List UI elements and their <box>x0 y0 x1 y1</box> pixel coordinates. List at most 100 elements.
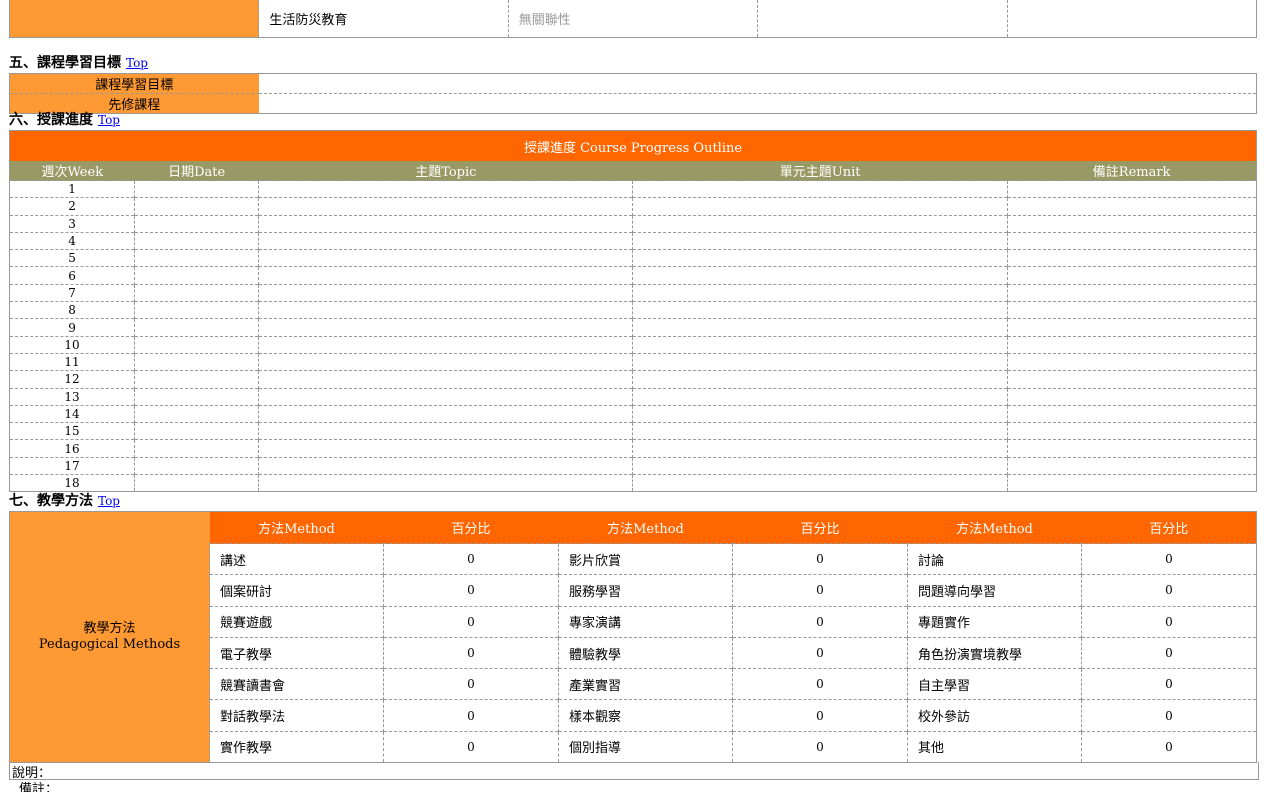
top-partial-table: 生活防災教育 無關聯性 <box>9 0 1257 38</box>
top-row-empty-cell <box>1006 0 1257 38</box>
week-number: 2 <box>9 197 135 216</box>
week-topic <box>258 197 633 216</box>
method-percent: 0 <box>1081 730 1257 763</box>
week-topic <box>258 474 633 492</box>
week-unit <box>632 422 1008 440</box>
week-date <box>134 249 259 267</box>
week-row: 1 <box>9 179 1257 198</box>
course-progress-table: 授課進度 Course Progress Outline 週次Week 日期Da… <box>9 130 1257 493</box>
prerequisite-value <box>258 93 1257 114</box>
method-name: 體驗教學 <box>558 636 733 669</box>
week-row: 6 <box>9 266 1257 285</box>
week-remark <box>1006 266 1257 285</box>
week-row: 2 <box>9 197 1257 216</box>
week-row: 17 <box>9 456 1257 475</box>
week-unit <box>632 352 1008 371</box>
section6-top-link[interactable]: Top <box>98 113 120 127</box>
method-percent: 0 <box>383 668 559 700</box>
week-unit <box>632 474 1008 492</box>
section7-top-link[interactable]: Top <box>98 494 120 508</box>
week-date <box>134 266 259 285</box>
week-number: 14 <box>9 404 135 423</box>
week-row: 16 <box>9 439 1257 458</box>
header-percent: 百分比 <box>1081 511 1257 544</box>
week-unit <box>632 335 1008 354</box>
section5-heading: 五、課程學習目標 Top <box>9 52 148 72</box>
week-date <box>134 370 259 389</box>
method-percent: 0 <box>732 605 908 638</box>
method-percent: 0 <box>1081 605 1257 638</box>
method-percent: 0 <box>1081 699 1257 732</box>
method-percent: 0 <box>1081 574 1257 607</box>
week-unit <box>632 301 1008 319</box>
week-topic <box>258 456 633 475</box>
week-number: 7 <box>9 283 135 302</box>
section6-title: 六、授課進度 <box>9 112 93 128</box>
method-name: 問題導向學習 <box>907 574 1082 607</box>
week-remark <box>1006 214 1257 233</box>
method-name: 產業實習 <box>558 668 733 700</box>
week-row: 10 <box>9 335 1257 354</box>
week-topic <box>258 249 633 267</box>
header-method: 方法Method <box>907 511 1082 544</box>
week-unit <box>632 318 1008 337</box>
week-number: 5 <box>9 249 135 267</box>
method-name: 對話教學法 <box>209 699 384 732</box>
method-percent: 0 <box>732 668 908 700</box>
week-date <box>134 301 259 319</box>
header-percent: 百分比 <box>732 511 908 544</box>
method-percent: 0 <box>732 574 908 607</box>
week-remark <box>1006 231 1257 250</box>
week-date <box>134 352 259 371</box>
week-date <box>134 231 259 250</box>
method-name: 校外參訪 <box>907 699 1082 732</box>
header-unit: 單元主題Unit <box>632 161 1008 181</box>
week-remark <box>1006 318 1257 337</box>
header-topic: 主題Topic <box>258 161 633 181</box>
week-row: 8 <box>9 301 1257 319</box>
week-date <box>134 179 259 198</box>
teaching-methods-table: 教學方法 Pedagogical Methods 方法Method 百分比 方法… <box>9 511 1257 764</box>
method-name: 樣本觀察 <box>558 699 733 732</box>
week-row: 12 <box>9 370 1257 389</box>
method-name: 服務學習 <box>558 574 733 607</box>
section6-heading: 六、授課進度 Top <box>9 109 120 129</box>
section5-top-link[interactable]: Top <box>126 56 148 70</box>
method-name: 自主學習 <box>907 668 1082 700</box>
week-remark <box>1006 197 1257 216</box>
week-number: 13 <box>9 387 135 406</box>
week-row: 18 <box>9 474 1257 492</box>
method-name: 專題實作 <box>907 605 1082 638</box>
methods-label-zh: 教學方法 <box>83 621 136 637</box>
week-remark <box>1006 404 1257 423</box>
week-unit <box>632 249 1008 267</box>
week-unit <box>632 179 1008 198</box>
week-unit <box>632 266 1008 285</box>
week-remark <box>1006 301 1257 319</box>
week-date <box>134 474 259 492</box>
week-number: 16 <box>9 439 135 458</box>
section7-title: 七、教學方法 <box>9 493 93 509</box>
week-number: 17 <box>9 456 135 475</box>
week-topic <box>258 370 633 389</box>
week-remark <box>1006 249 1257 267</box>
week-number: 8 <box>9 301 135 319</box>
week-topic <box>258 179 633 198</box>
header-date: 日期Date <box>134 161 259 181</box>
methods-side-label: 教學方法 Pedagogical Methods <box>9 511 210 763</box>
week-number: 10 <box>9 335 135 354</box>
method-name: 講述 <box>209 542 384 575</box>
section7-heading: 七、教學方法 Top <box>9 490 120 510</box>
week-topic <box>258 283 633 302</box>
method-percent: 0 <box>383 636 559 669</box>
method-name: 競賽遊戲 <box>209 605 384 638</box>
week-number: 4 <box>9 231 135 250</box>
method-percent: 0 <box>732 636 908 669</box>
week-unit <box>632 197 1008 216</box>
week-date <box>134 318 259 337</box>
method-percent: 0 <box>1081 636 1257 669</box>
method-name: 競賽讀書會 <box>209 668 384 700</box>
week-topic <box>258 214 633 233</box>
week-row: 3 <box>9 214 1257 233</box>
week-number: 9 <box>9 318 135 337</box>
